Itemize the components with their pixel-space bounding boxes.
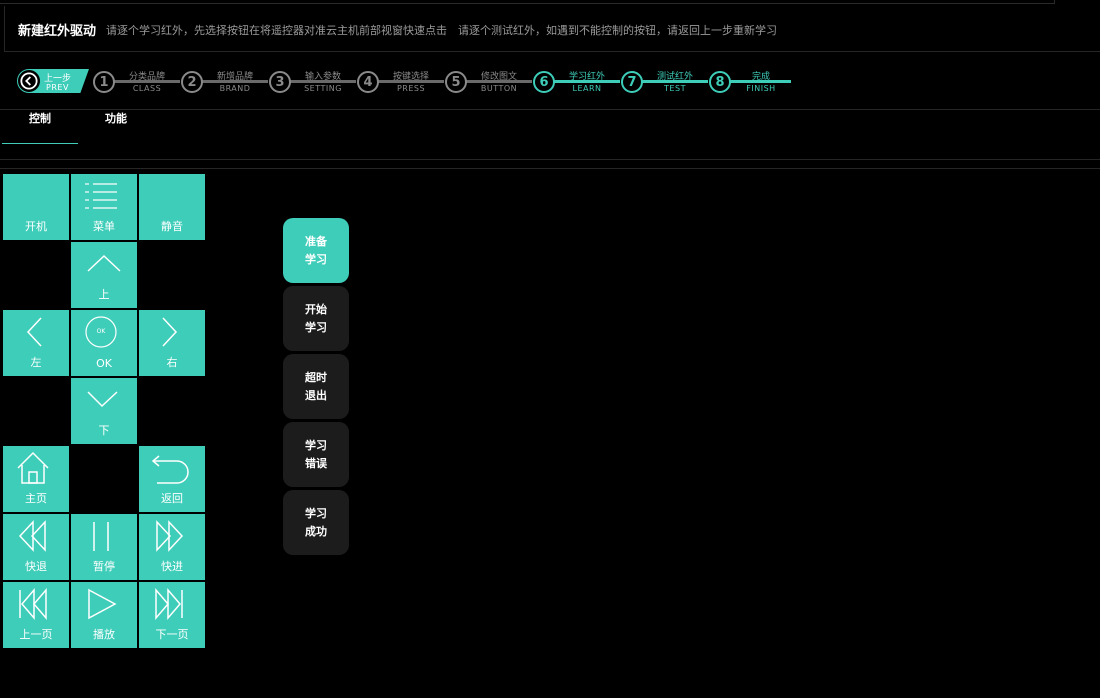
step-7-number: 7: [621, 71, 643, 93]
page-header: 新建红外驱动 请逐个学习红外，先选择按钮在将遥控器对准云主机前部视窗快速点击 请…: [4, 6, 1100, 52]
power-button[interactable]: 开机: [3, 174, 69, 240]
status-line2: 学习: [305, 252, 327, 266]
down-label: 下: [98, 424, 110, 437]
tab-control[interactable]: 控制: [2, 110, 78, 144]
ok-button[interactable]: OK OK: [71, 310, 137, 376]
back-label: 返回: [161, 492, 183, 505]
status-line1: 准备: [305, 234, 327, 248]
step-3-number: 3: [269, 71, 291, 93]
forward-label: 快进: [161, 560, 183, 573]
tab-bar: 控制 功能: [0, 110, 1100, 160]
chevron-down-icon: [87, 391, 118, 408]
prev-sub: PREV: [46, 83, 69, 92]
next-page-label: 下一页: [155, 628, 189, 641]
back-button[interactable]: 返回: [139, 446, 205, 512]
status-timeout-exit[interactable]: 超时 退出: [283, 354, 349, 419]
skip-next-icon: [155, 587, 183, 621]
step-5-sub: BUTTON: [480, 84, 518, 93]
step-1-number: 1: [93, 71, 115, 93]
step-2-sub: BRAND: [219, 84, 251, 93]
status-line2: 错误: [305, 456, 327, 470]
top-border-line: [0, 3, 1054, 4]
forward-button[interactable]: 快进: [139, 514, 205, 580]
step-4-sub: PRESS: [396, 84, 426, 93]
step-2-label: 新增品牌: [216, 72, 253, 82]
chevron-up-icon: [87, 254, 121, 272]
status-line2: 退出: [305, 388, 327, 402]
fast-forward-icon: [156, 520, 184, 552]
step-progress: 上一步 PREV 1 分类品牌 CLASS 2 新增品牌 BRAND 3 输入参…: [0, 53, 1100, 110]
return-icon: [151, 455, 189, 484]
step-1-sub: CLASS: [132, 84, 162, 93]
step-4-label: 按键选择: [392, 72, 429, 82]
step-8-number: 8: [709, 71, 731, 93]
prev-page-label: 上一页: [19, 628, 53, 641]
status-line1: 学习: [305, 438, 327, 452]
step-4-number: 4: [357, 71, 379, 93]
play-icon: [88, 588, 117, 620]
down-button[interactable]: 下: [71, 378, 137, 444]
rewind-button[interactable]: 快退: [3, 514, 69, 580]
rewind-icon: [18, 520, 46, 552]
step-6-label: 学习红外: [568, 72, 605, 82]
prev-back-icon[interactable]: [18, 70, 40, 92]
step-6-sub: LEARN: [572, 84, 602, 93]
menu-icon: [85, 183, 117, 209]
step-3-sub: SETTING: [304, 84, 342, 93]
step-3-label: 输入参数: [304, 72, 341, 82]
chevron-left-icon: [26, 317, 42, 347]
status-line2: 成功: [305, 524, 327, 538]
status-learn-success[interactable]: 学习 成功: [283, 490, 349, 555]
home-button[interactable]: 主页: [3, 446, 69, 512]
mute-label: 静音: [161, 220, 183, 233]
top-border: [0, 0, 1100, 4]
status-line2: 学习: [305, 320, 327, 334]
ok-icon-text: OK: [96, 328, 106, 335]
step-1-label: 分类品牌: [128, 72, 165, 82]
right-button[interactable]: 右: [139, 310, 205, 376]
left-label: 左: [30, 356, 42, 369]
rewind-label: 快退: [25, 560, 47, 573]
step-5-number: 5: [445, 71, 467, 93]
play-button[interactable]: 播放: [71, 582, 137, 648]
left-button[interactable]: 左: [3, 310, 69, 376]
status-learn-error[interactable]: 学习 错误: [283, 422, 349, 487]
step-7-sub: TEST: [664, 84, 686, 93]
skip-previous-icon: [19, 587, 47, 621]
page-hint: 请逐个学习红外，先选择按钮在将遥控器对准云主机前部视窗快速点击 请逐个测试红外，…: [106, 24, 777, 37]
step-5-label: 修改图文: [480, 72, 517, 82]
menu-button[interactable]: 菜单: [71, 174, 137, 240]
up-label: 上: [98, 288, 110, 301]
status-line1: 学习: [305, 506, 327, 520]
pause-label: 暂停: [93, 560, 115, 573]
next-page-button[interactable]: 下一页: [139, 582, 205, 648]
step-2-number: 2: [181, 71, 203, 93]
status-start-learning[interactable]: 开始 学习: [283, 286, 349, 351]
step-7-label: 测试红外: [656, 72, 693, 82]
status-ready-to-learn[interactable]: 准备 学习: [283, 218, 349, 283]
section-divider: [0, 168, 1100, 169]
ok-label: OK: [96, 357, 112, 370]
page-title: 新建红外驱动: [18, 24, 97, 39]
mute-button[interactable]: 静音: [139, 174, 205, 240]
play-label: 播放: [93, 628, 115, 641]
step-6-number: 6: [533, 71, 555, 93]
up-button[interactable]: 上: [71, 242, 137, 308]
menu-label: 菜单: [93, 220, 115, 233]
chevron-right-icon: [162, 317, 178, 347]
step-8-label: 完成: [751, 72, 770, 82]
home-icon: [17, 451, 49, 484]
step-8-sub: FINISH: [746, 84, 776, 93]
pause-icon: [93, 522, 109, 551]
home-label: 主页: [25, 492, 47, 505]
right-label: 右: [166, 356, 178, 369]
pause-button[interactable]: 暂停: [71, 514, 137, 580]
top-border-tick: [1054, 0, 1055, 4]
power-label: 开机: [25, 220, 47, 233]
status-line1: 超时: [305, 370, 327, 384]
tab-function[interactable]: 功能: [78, 110, 154, 144]
status-line1: 开始: [305, 302, 327, 316]
prev-page-button[interactable]: 上一页: [3, 582, 69, 648]
